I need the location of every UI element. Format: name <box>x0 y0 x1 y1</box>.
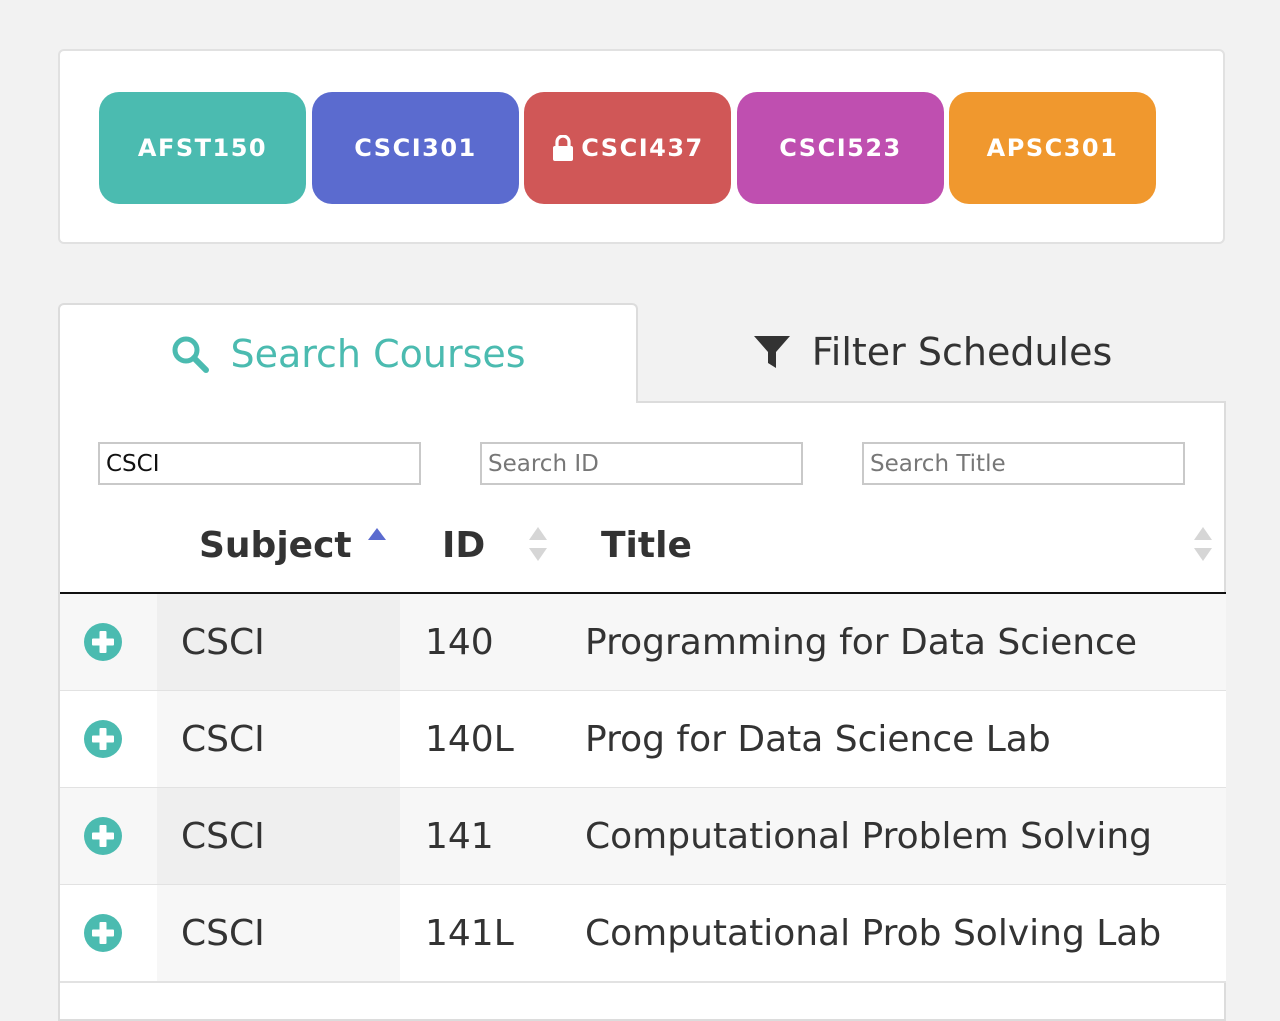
course-chip-label: CSCI301 <box>354 134 477 162</box>
course-chip-label: APSC301 <box>986 134 1119 162</box>
search-icon <box>172 336 210 373</box>
id-search-input[interactable] <box>480 442 803 485</box>
course-search-panel: Search Courses Filter Schedules Subject … <box>58 303 1226 1021</box>
table-header: Subject ID Title <box>60 498 1226 594</box>
add-course-icon[interactable] <box>84 720 122 758</box>
column-header-subject[interactable]: Subject <box>199 498 352 592</box>
table-row: CSCI 140 Programming for Data Science <box>60 594 1226 692</box>
subject-search-input[interactable] <box>98 442 421 485</box>
subject-cell: CSCI <box>181 815 265 857</box>
subject-cell: CSCI <box>181 718 265 760</box>
title-cell: Prog for Data Science Lab <box>585 718 1051 760</box>
add-course-icon[interactable] <box>84 817 122 855</box>
column-header-title[interactable]: Title <box>601 498 692 592</box>
course-chip-csci301[interactable]: CSCI301 <box>312 92 519 204</box>
course-chip-afst150[interactable]: AFST150 <box>99 92 306 204</box>
title-cell: Computational Problem Solving <box>585 815 1153 857</box>
id-cell: 141 <box>425 815 494 857</box>
column-header-label: Subject <box>199 524 352 566</box>
add-course-icon[interactable] <box>84 914 122 952</box>
course-chip-csci437[interactable]: CSCI437 <box>524 92 731 204</box>
sort-ascending-icon <box>368 528 386 540</box>
title-cell: Programming for Data Science <box>585 621 1137 663</box>
lock-icon <box>553 135 574 161</box>
subject-cell: CSCI <box>181 912 265 954</box>
tab-label: Search Courses <box>230 332 526 376</box>
selected-courses-panel: AFST150 CSCI301 CSCI437 CSCI523 APSC301 <box>58 49 1225 244</box>
add-course-icon[interactable] <box>84 623 122 661</box>
course-chip-label: CSCI523 <box>779 134 902 162</box>
column-header-label: Title <box>601 524 692 566</box>
search-courses-content: Subject ID Title <box>58 401 1226 1021</box>
sort-unsorted-icon <box>529 527 547 561</box>
table-row: CSCI 140L Prog for Data Science Lab <box>60 691 1226 789</box>
id-cell: 140 <box>425 621 494 663</box>
filter-icon <box>753 336 790 368</box>
title-search-input[interactable] <box>862 442 1185 485</box>
course-chip-label: AFST150 <box>137 134 268 162</box>
id-cell: 141L <box>425 912 514 954</box>
tab-search-courses[interactable]: Search Courses <box>58 303 638 403</box>
tab-filter-schedules[interactable]: Filter Schedules <box>638 303 1226 401</box>
course-chip-label: CSCI437 <box>581 134 704 162</box>
title-cell: Computational Prob Solving Lab <box>585 912 1162 954</box>
table-row: CSCI 141L Computational Prob Solving Lab <box>60 885 1226 983</box>
table-row: CSCI 141 Computational Problem Solving <box>60 788 1226 886</box>
column-header-id[interactable]: ID <box>442 498 485 592</box>
tab-label: Filter Schedules <box>811 330 1113 374</box>
course-chip-apsc301[interactable]: APSC301 <box>949 92 1156 204</box>
sort-unsorted-icon <box>1194 527 1212 561</box>
subject-cell: CSCI <box>181 621 265 663</box>
course-chip-csci523[interactable]: CSCI523 <box>737 92 944 204</box>
id-cell: 140L <box>425 718 514 760</box>
column-header-label: ID <box>442 524 486 566</box>
